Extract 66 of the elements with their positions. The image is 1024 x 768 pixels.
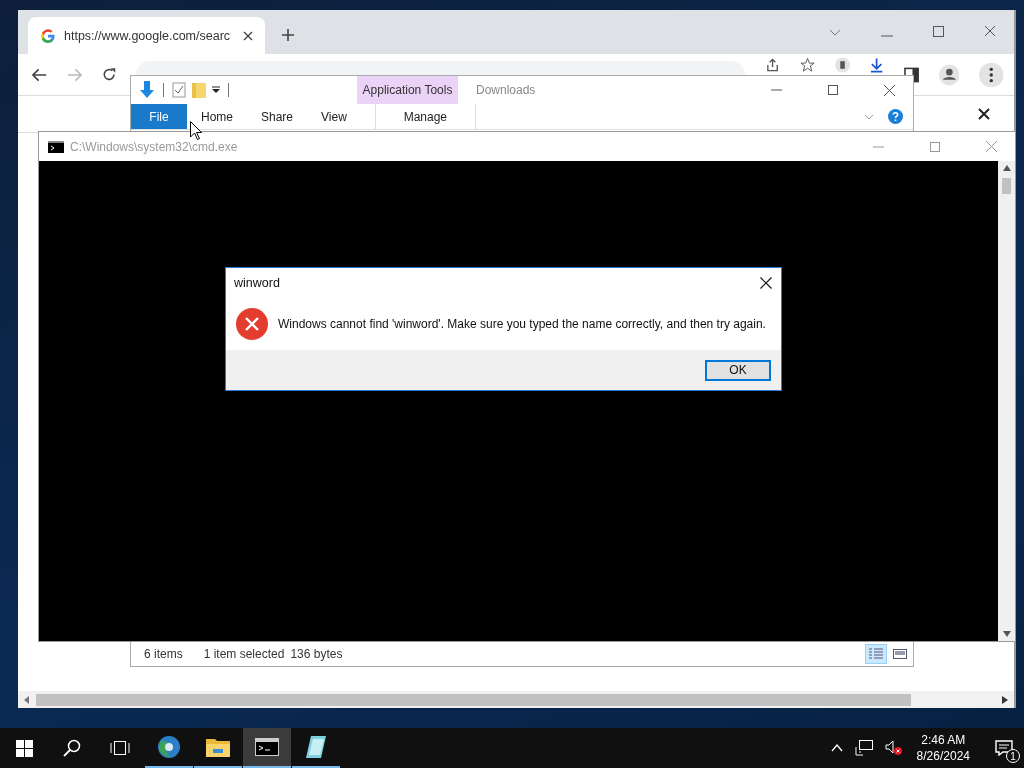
item-count: 6 items: [144, 647, 183, 661]
message-icon: [995, 740, 1013, 756]
close-icon[interactable]: [760, 277, 772, 289]
notification-count: 1: [1006, 749, 1020, 763]
close-icon[interactable]: [978, 108, 990, 120]
details-view-icon: [869, 648, 883, 660]
window-title: C:\Windows\system32\cmd.exe: [70, 139, 238, 154]
muted-volume-icon[interactable]: [884, 740, 903, 756]
new-tab-icon[interactable]: [281, 28, 295, 42]
clock-date: 8/26/2024: [916, 748, 970, 764]
scroll-thumb[interactable]: [1002, 178, 1011, 194]
ribbon-tab[interactable]: View: [307, 104, 361, 129]
error-icon: [236, 308, 268, 340]
thumbnail-view-icon: [893, 648, 907, 660]
ok-button[interactable]: OK: [705, 359, 771, 381]
network-icon[interactable]: [854, 740, 873, 756]
clock-time: 2:46 AM: [921, 732, 966, 748]
dropdown-icon[interactable]: [212, 86, 220, 94]
scroll-right-icon[interactable]: [1002, 695, 1008, 704]
folder-icon: [206, 737, 230, 757]
globe-icon: [157, 735, 181, 759]
ribbon-tab[interactable]: Manage: [374, 104, 476, 129]
download-icon[interactable]: [870, 57, 884, 73]
google-icon: [40, 27, 56, 44]
clock[interactable]: 2:46 AM 8/26/2024: [916, 732, 970, 764]
chevron-up-icon[interactable]: [830, 744, 843, 752]
tab-title: https://www.google.com/searc: [64, 28, 232, 43]
search-icon: [63, 739, 81, 757]
console-icon: [48, 140, 64, 153]
error-message: Windows cannot find 'winword'. Make sure you typed the name correctly, and then try again.: [278, 317, 766, 331]
vertical-scrollbar[interactable]: [998, 161, 1015, 641]
scroll-thumb[interactable]: [36, 693, 911, 706]
star-icon[interactable]: [800, 57, 816, 73]
dialog-title: winword: [234, 276, 280, 290]
share-icon[interactable]: [765, 57, 781, 73]
chevron-down-icon[interactable]: [829, 29, 841, 37]
ribbon-tab[interactable]: Home: [187, 104, 247, 129]
selection-status: 1 item selected: [203, 647, 285, 661]
window-title: Downloads: [476, 83, 536, 97]
horizontal-scrollbar[interactable]: [18, 691, 1014, 708]
notification-button[interactable]: 1: [984, 728, 1024, 768]
back-icon[interactable]: [32, 67, 48, 82]
reload-icon[interactable]: [102, 67, 117, 82]
close-icon[interactable]: [884, 84, 895, 96]
task-view-icon: [110, 740, 130, 756]
windows-logo-icon: [15, 739, 33, 757]
scroll-up-icon[interactable]: [1002, 165, 1011, 171]
ribbon-tab[interactable]: Share: [247, 104, 308, 129]
file-tab[interactable]: File: [131, 104, 187, 129]
maximize-icon[interactable]: [828, 85, 838, 95]
chevron-down-icon[interactable]: [864, 113, 874, 120]
selection-size: 136 bytes: [290, 647, 343, 661]
browser-tab[interactable]: https://www.google.com/searc: [28, 17, 265, 54]
properties-icon[interactable]: [172, 82, 186, 98]
menu-icon[interactable]: [979, 61, 1004, 88]
scroll-left-icon[interactable]: [24, 695, 30, 704]
console-taskbar-button[interactable]: [243, 728, 291, 768]
console-icon: [255, 738, 279, 756]
group-label: Application Tools: [362, 83, 453, 97]
maximize-icon[interactable]: [933, 26, 944, 37]
help-icon[interactable]: [888, 109, 903, 124]
profile-icon[interactable]: [938, 63, 960, 86]
notepad-icon: [305, 735, 327, 759]
close-icon[interactable]: [243, 30, 253, 41]
scroll-down-icon[interactable]: [1002, 631, 1011, 637]
down-arrow-icon[interactable]: [139, 81, 155, 99]
